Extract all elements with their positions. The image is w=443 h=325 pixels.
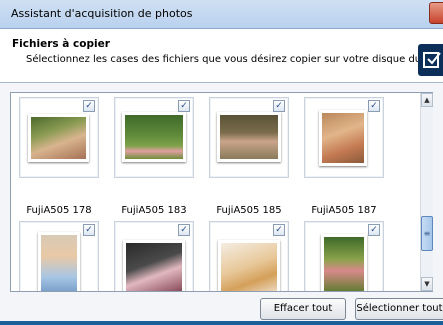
- vertical-scrollbar[interactable]: ▲ ≡ ▼: [420, 93, 433, 291]
- photo-checkbox[interactable]: ✓: [83, 224, 95, 236]
- photo-thumbnail: [123, 240, 185, 291]
- select-all-button[interactable]: Sélectionner tout: [355, 298, 443, 320]
- photo-checkbox[interactable]: ✓: [178, 224, 190, 236]
- page-subtitle: Sélectionnez les cases des fichiers que …: [26, 54, 428, 65]
- photo-grid: ✓ FujiA505 178 ✓ FujiA505 183 ✓ FujiA505…: [10, 92, 433, 292]
- photo-caption: FujiA505 178: [26, 205, 92, 216]
- photo-checkbox[interactable]: ✓: [273, 224, 285, 236]
- photo-thumbnail: [28, 114, 89, 162]
- photo-checkbox[interactable]: ✓: [83, 100, 95, 112]
- photo-thumbnail: [319, 110, 367, 166]
- photo-checkbox[interactable]: ✓: [178, 100, 190, 112]
- clear-all-button[interactable]: Effacer tout: [260, 298, 346, 320]
- scroll-down-arrow-icon[interactable]: ▼: [421, 277, 433, 291]
- photo-tile[interactable]: ✓: [19, 97, 99, 178]
- photo-thumbnail: [321, 234, 367, 291]
- footer-strip: [0, 321, 443, 325]
- photo-tile[interactable]: ✓: [304, 221, 384, 291]
- wizard-header: Fichiers à copier Sélectionnez les cases…: [0, 29, 443, 79]
- title-bar: Assistant d'acquisition de photos: [0, 0, 443, 29]
- close-button[interactable]: [429, 2, 443, 24]
- photo-tile[interactable]: ✓: [114, 221, 194, 291]
- photo-thumbnail: [38, 232, 80, 291]
- photo-caption: FujiA505 183: [121, 205, 187, 216]
- photo-tile[interactable]: ✓: [19, 221, 99, 291]
- photo-thumbnail: [122, 112, 186, 162]
- photo-tile[interactable]: ✓: [114, 97, 194, 178]
- photo-tile[interactable]: ✓: [209, 221, 289, 291]
- window-title: Assistant d'acquisition de photos: [11, 7, 193, 20]
- photo-tile[interactable]: ✓: [209, 97, 289, 178]
- scrollbar-thumb[interactable]: ≡: [421, 216, 433, 251]
- photo-thumbnail: [217, 112, 281, 162]
- page-heading: Fichiers à copier: [12, 38, 110, 50]
- photo-checkbox[interactable]: ✓: [368, 100, 380, 112]
- scroll-up-arrow-icon[interactable]: ▲: [421, 93, 433, 107]
- photo-caption: FujiA505 185: [216, 205, 282, 216]
- photo-checkbox[interactable]: ✓: [273, 100, 285, 112]
- photo-thumbnail: [218, 240, 280, 291]
- photo-checkbox[interactable]: ✓: [368, 224, 380, 236]
- photo-caption: FujiA505 187: [311, 205, 377, 216]
- photo-tile[interactable]: ✓: [304, 97, 384, 178]
- camera-import-icon: [418, 44, 443, 76]
